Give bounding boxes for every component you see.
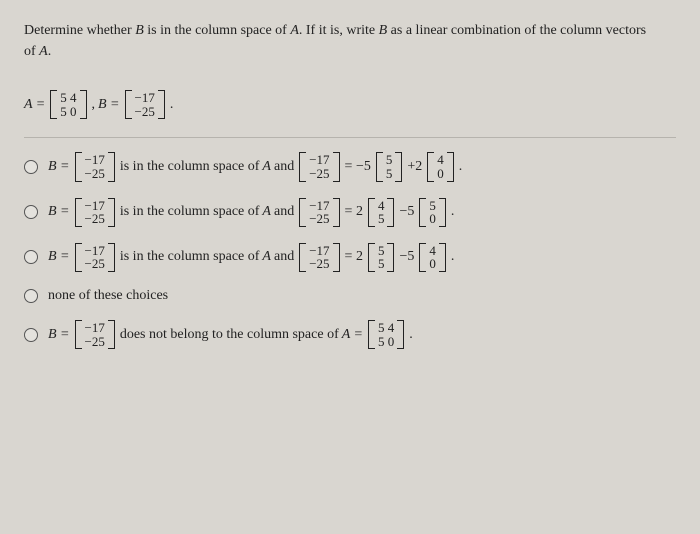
matrix: −17−25 <box>299 198 339 227</box>
radio-icon <box>24 205 38 219</box>
matrix: −17−25 <box>75 152 115 181</box>
comma: , <box>92 97 96 113</box>
matrix: −17−25 <box>75 320 115 349</box>
matrix-B: −17 −25 <box>125 90 165 119</box>
prompt-text: of <box>24 44 39 59</box>
var-B: B <box>135 23 144 38</box>
choice-body: B = −17−25 does not belong to the column… <box>48 320 413 349</box>
given-equations: A = 5 4 5 0 , B = −17 −25 . <box>24 90 173 119</box>
matrix: −17−25 <box>299 152 339 181</box>
matrix: 55 <box>368 243 395 272</box>
matrix: 45 <box>368 198 395 227</box>
radio-icon <box>24 250 38 264</box>
label-B: B = <box>98 97 120 113</box>
choice-3[interactable]: B = −17−25 is in the column space of A a… <box>24 235 676 280</box>
matrix: 40 <box>419 243 446 272</box>
radio-icon <box>24 160 38 174</box>
matrix: −17−25 <box>75 198 115 227</box>
prompt-text: as a linear combination of the column ve… <box>387 23 646 38</box>
prompt-text: . If it is, write <box>299 23 379 38</box>
matrix: −17−25 <box>75 243 115 272</box>
label-A: A = <box>24 97 45 113</box>
matrix: −17−25 <box>299 243 339 272</box>
radio-icon <box>24 328 38 342</box>
radio-icon <box>24 289 38 303</box>
var-A: A <box>39 44 48 59</box>
choices-group: B = −17−25 is in the column space of A a… <box>24 137 676 357</box>
choice-4[interactable]: none of these choices <box>24 280 676 312</box>
choice-body: B = −17−25 is in the column space of A a… <box>48 243 454 272</box>
matrix: 50 <box>419 198 446 227</box>
choice-1[interactable]: B = −17−25 is in the column space of A a… <box>24 144 676 189</box>
prompt-text: is in the column space of <box>144 23 291 38</box>
matrix-A: 5 4 5 0 <box>50 90 86 119</box>
choice-body: none of these choices <box>48 288 168 304</box>
period: . <box>170 97 174 113</box>
choice-body: B = −17−25 is in the column space of A a… <box>48 198 454 227</box>
var-B: B <box>379 23 388 38</box>
matrix: 55 <box>376 152 403 181</box>
question-prompt: Determine whether B is in the column spa… <box>24 20 676 62</box>
choice-5[interactable]: B = −17−25 does not belong to the column… <box>24 312 676 357</box>
matrix: 40 <box>427 152 454 181</box>
var-A: A <box>290 23 299 38</box>
prompt-text: Determine whether <box>24 23 135 38</box>
matrix: 5 45 0 <box>368 320 404 349</box>
choice-body: B = −17−25 is in the column space of A a… <box>48 152 462 181</box>
choice-2[interactable]: B = −17−25 is in the column space of A a… <box>24 190 676 235</box>
